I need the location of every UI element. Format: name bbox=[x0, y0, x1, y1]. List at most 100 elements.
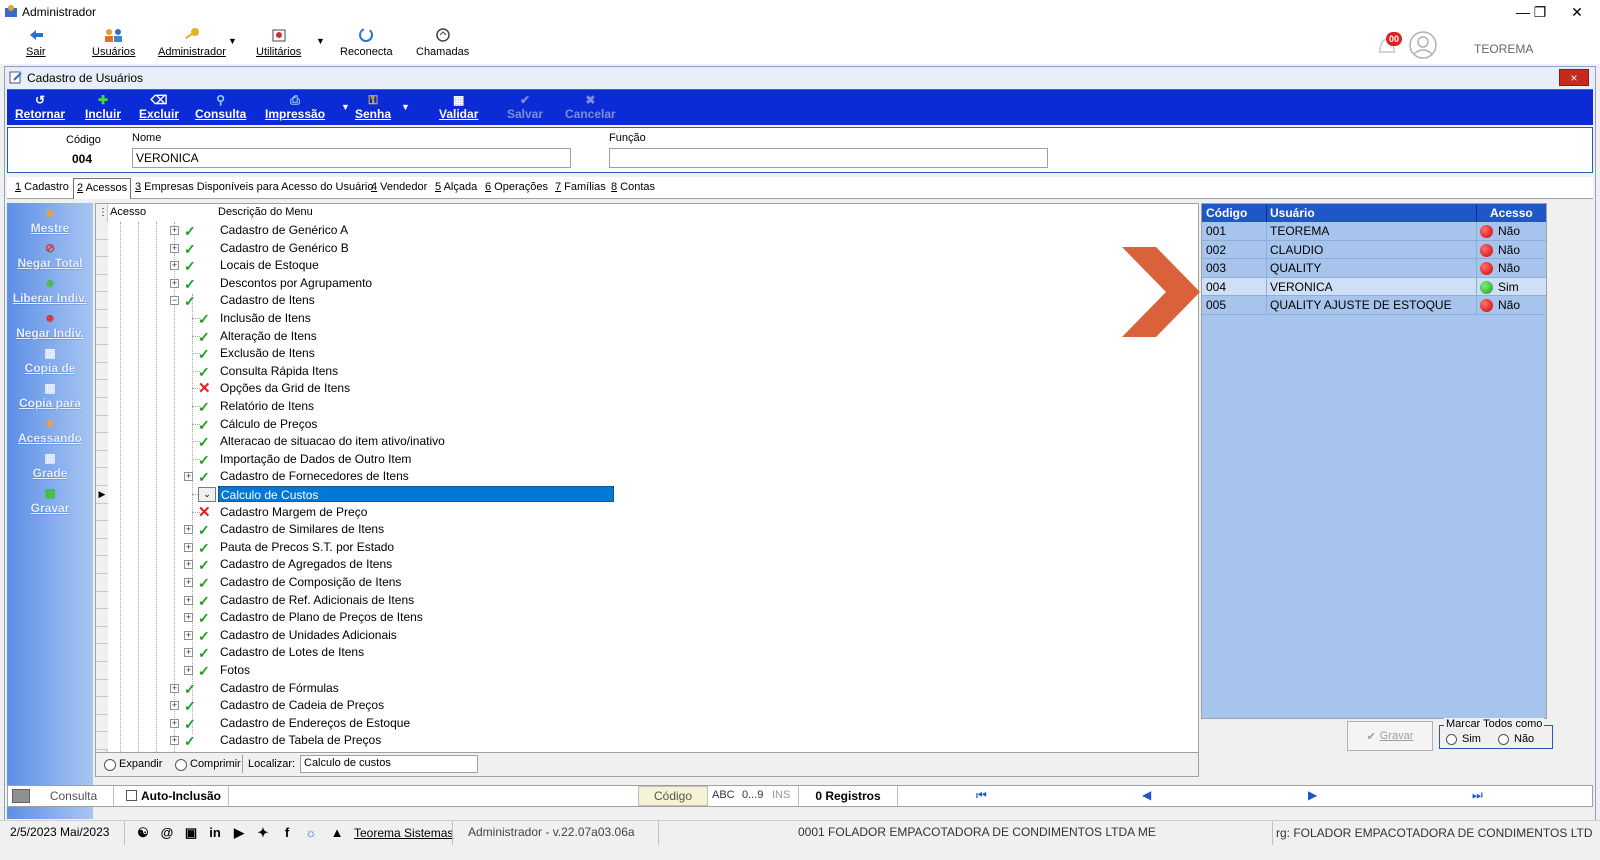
localizar-input[interactable]: Calculo de custos bbox=[300, 755, 478, 773]
access-denied-icon[interactable] bbox=[1480, 262, 1493, 276]
close-app-button[interactable]: ✕ bbox=[1554, 0, 1600, 24]
tree-row[interactable]: + ✓ Cadastro de Cadeia de Preços bbox=[96, 697, 1196, 715]
access-granted-icon[interactable]: ✓ bbox=[198, 312, 210, 326]
tab-acessos[interactable]: 2 Acessos bbox=[73, 178, 132, 199]
tree-row[interactable]: ✓ Exclusão de Itens bbox=[96, 345, 1196, 363]
row-indicator[interactable] bbox=[96, 521, 108, 539]
user-row[interactable]: 004 VERONICA Sim bbox=[1202, 277, 1546, 297]
expand-icon[interactable]: + bbox=[184, 560, 193, 570]
tree-row[interactable]: ✓ Alteracao de situacao do item ativo/ina… bbox=[96, 433, 1196, 451]
expandir-radio[interactable] bbox=[104, 759, 116, 771]
user-row[interactable]: 005 QUALITY AJUSTE DE ESTOQUE Não bbox=[1202, 296, 1546, 315]
marcar-nao-radio[interactable] bbox=[1498, 734, 1509, 745]
row-indicator[interactable] bbox=[96, 310, 108, 328]
col-header-acesso[interactable]: Acesso bbox=[1490, 206, 1533, 220]
tree-row[interactable]: + ✓ Cadastro de Similares de Itens bbox=[96, 521, 1196, 539]
row-indicator[interactable] bbox=[96, 714, 108, 733]
row-indicator[interactable] bbox=[96, 450, 108, 469]
gravar-button[interactable]: ✔ Gravar bbox=[1347, 721, 1433, 751]
expand-icon[interactable]: + bbox=[184, 613, 193, 623]
row-indicator[interactable] bbox=[96, 345, 108, 363]
access-denied-icon[interactable] bbox=[1480, 225, 1493, 238]
row-indicator[interactable] bbox=[96, 327, 108, 346]
tree-row[interactable]: + ✓ Cadastro de Fórmulas bbox=[96, 679, 1196, 698]
tree-row[interactable]: + ✓ Pauta de Precos S.T. por Estado bbox=[96, 538, 1196, 557]
negar-total-button[interactable]: ⊘ Negar Total bbox=[7, 240, 93, 270]
access-granted-icon[interactable]: ✓ bbox=[198, 365, 210, 379]
access-granted-icon[interactable]: ✓ bbox=[184, 259, 196, 273]
user-avatar-icon[interactable] bbox=[1408, 30, 1438, 60]
copia-para-button[interactable]: ▦ Copia para bbox=[7, 380, 93, 410]
sort-field-codigo[interactable]: Código bbox=[638, 786, 708, 806]
impressao-button[interactable]: ⎙ Impressão bbox=[265, 93, 325, 121]
expand-icon[interactable]: + bbox=[184, 542, 193, 552]
access-granted-icon[interactable]: ✓ bbox=[198, 435, 210, 449]
tree-row[interactable]: + ✓ Descontos por Agrupamento bbox=[96, 274, 1196, 293]
close-window-button[interactable]: × bbox=[1559, 69, 1589, 86]
user-row[interactable]: 002 CLAUDIO Não bbox=[1202, 240, 1546, 260]
tree-row[interactable]: + ✓ Cadastro de Endereços de Estoque bbox=[96, 714, 1196, 733]
tree-row[interactable]: ✕ Cadastro Margem de Preço bbox=[96, 503, 1196, 522]
retornar-button[interactable]: ↺ Retornar bbox=[15, 93, 65, 121]
access-granted-icon[interactable]: ✓ bbox=[198, 523, 210, 537]
expand-icon[interactable]: + bbox=[184, 630, 193, 640]
row-indicator[interactable] bbox=[96, 239, 108, 258]
col-header-acesso[interactable]: Acesso bbox=[110, 206, 146, 218]
access-dropdown-icon[interactable]: ⌄ bbox=[198, 487, 216, 502]
access-granted-icon[interactable]: ✓ bbox=[184, 734, 196, 748]
tree-row[interactable]: ✓ Importação de Dados de Outro Item bbox=[96, 450, 1196, 469]
consulta-button[interactable]: ⚲ Consulta bbox=[195, 93, 246, 121]
expand-icon[interactable]: + bbox=[184, 525, 193, 535]
instagram-icon[interactable]: ▣ bbox=[184, 826, 198, 840]
expand-icon[interactable]: + bbox=[170, 278, 179, 288]
row-indicator[interactable] bbox=[96, 222, 108, 240]
row-indicator[interactable] bbox=[96, 503, 108, 522]
access-granted-icon[interactable]: ✓ bbox=[198, 470, 210, 484]
tree-row[interactable]: + ✓ Cadastro de Agregados de Itens bbox=[96, 556, 1196, 574]
tab-contas[interactable]: 8 Contas bbox=[609, 181, 657, 193]
tree-row[interactable]: + ✓ Cadastro de Fornecedores de Itens bbox=[96, 468, 1196, 486]
copia-de-button[interactable]: ▦ Copia de bbox=[7, 345, 93, 375]
tab-familias[interactable]: 7 Famílias bbox=[553, 181, 608, 193]
facebook-icon[interactable]: f bbox=[280, 826, 294, 840]
access-granted-icon[interactable]: ✓ bbox=[184, 699, 196, 713]
collapse-icon[interactable]: − bbox=[170, 296, 179, 306]
tree-row[interactable]: − ✓ Cadastro de Itens bbox=[96, 292, 1196, 310]
last-record-icon[interactable]: ⏭ bbox=[1472, 788, 1483, 803]
acessando-button[interactable]: ☻ Acessando bbox=[7, 415, 93, 445]
cancelar-button[interactable]: ✖ Cancelar bbox=[565, 93, 616, 121]
col-header-codigo[interactable]: Código bbox=[1206, 206, 1247, 220]
tree-row[interactable]: + ✓ Cadastro de Unidades Adicionais bbox=[96, 626, 1196, 645]
sair-button[interactable]: Sair bbox=[26, 26, 46, 58]
access-granted-icon[interactable]: ✓ bbox=[198, 611, 210, 625]
expand-icon[interactable]: + bbox=[184, 648, 193, 658]
access-granted-icon[interactable]: ✓ bbox=[184, 242, 196, 256]
expand-icon[interactable]: + bbox=[170, 718, 179, 728]
grade-button[interactable]: ▦ Grade bbox=[7, 450, 93, 480]
row-indicator[interactable] bbox=[96, 644, 108, 662]
tab-vendedor[interactable]: 4 Vendedor bbox=[369, 181, 429, 193]
row-indicator[interactable] bbox=[96, 415, 108, 434]
access-allowed-icon[interactable] bbox=[1480, 280, 1493, 294]
tree-row[interactable]: ▶ ⌄ Calculo de Custos bbox=[96, 486, 1196, 504]
tree-row[interactable]: + ✓ Fotos bbox=[96, 662, 1196, 680]
access-granted-icon[interactable]: ✓ bbox=[184, 682, 196, 696]
web-icon[interactable]: ☼ bbox=[304, 826, 318, 840]
notification-bell-icon[interactable]: 00 bbox=[1372, 30, 1402, 60]
expand-icon[interactable]: + bbox=[170, 683, 179, 693]
consulta-mode[interactable]: Consulta bbox=[34, 786, 114, 806]
tree-row[interactable]: + ✓ Cadastro de Composição de Itens bbox=[96, 574, 1196, 592]
expand-icon[interactable]: + bbox=[170, 226, 179, 235]
tab-cadastro[interactable]: 1 Cadastro bbox=[13, 181, 71, 193]
linkedin-icon[interactable]: in bbox=[208, 826, 222, 840]
row-indicator[interactable]: ▶ bbox=[96, 486, 108, 504]
senha-dropdown-icon[interactable]: ▼ bbox=[401, 102, 410, 112]
tree-row[interactable]: + ✓ Locais de Estoque bbox=[96, 257, 1196, 275]
access-denied-icon[interactable] bbox=[1480, 299, 1493, 313]
utilitarios-button[interactable]: Utilitários bbox=[256, 26, 301, 58]
impressao-dropdown-icon[interactable]: ▼ bbox=[341, 102, 350, 112]
col-header-descricao[interactable]: Descrição do Menu bbox=[218, 206, 313, 218]
row-indicator[interactable] bbox=[96, 538, 108, 557]
first-record-icon[interactable]: ⏮ bbox=[976, 788, 987, 803]
administrador-button[interactable]: Administrador bbox=[158, 26, 226, 58]
